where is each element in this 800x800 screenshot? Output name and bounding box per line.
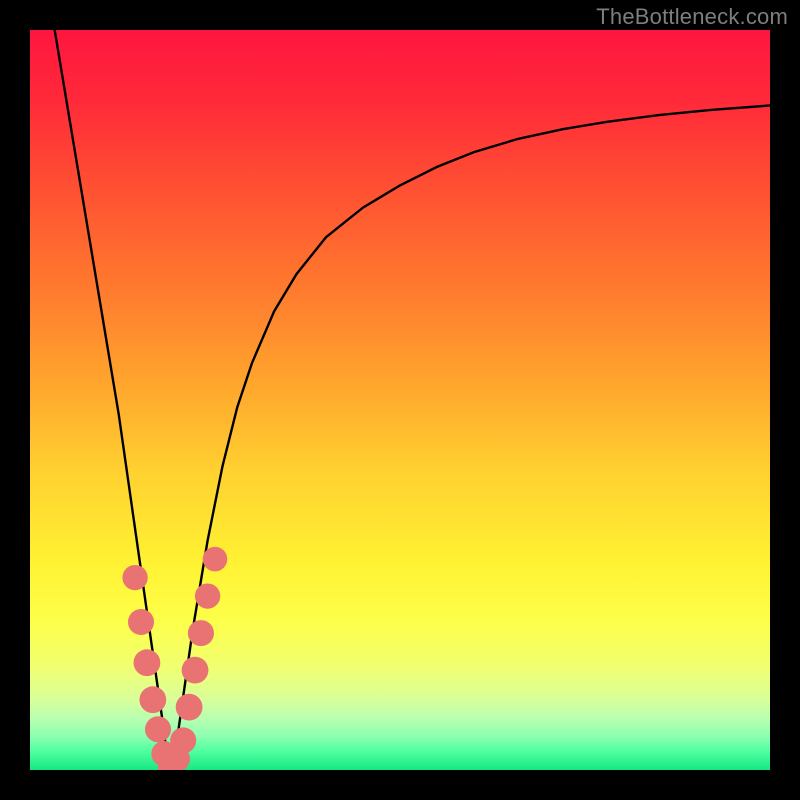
marker-dot (122, 565, 147, 590)
curve-markers (122, 547, 227, 770)
curve-layer (30, 30, 770, 770)
marker-dot (176, 694, 203, 721)
marker-dot (170, 727, 196, 753)
plot-area (30, 30, 770, 770)
marker-dot (188, 620, 214, 646)
marker-dot (145, 716, 171, 742)
marker-dot (203, 547, 228, 572)
marker-dot (139, 686, 166, 713)
marker-dot (128, 609, 154, 635)
marker-dot (195, 583, 220, 608)
marker-dot (134, 649, 161, 676)
chart-frame: TheBottleneck.com (0, 0, 800, 800)
marker-dot (182, 657, 209, 684)
watermark-text: TheBottleneck.com (596, 4, 788, 30)
